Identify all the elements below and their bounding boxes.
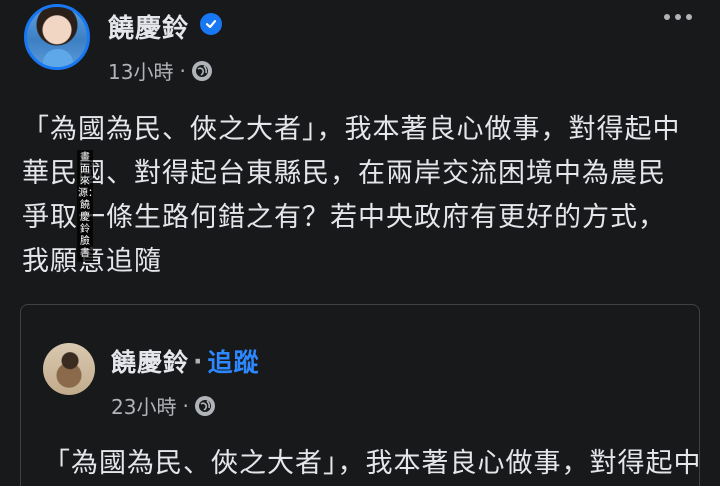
meta-separator: · <box>182 393 189 418</box>
author-name[interactable]: 饒慶鈴 <box>108 8 189 45</box>
meta-separator: · <box>179 58 186 83</box>
facebook-post-view: 饒慶鈴 13小時 · 「為國為民、俠之大者」，我本著良心做事，對得起中華民國、對… <box>0 0 720 486</box>
shared-author-header: 饒慶鈴 · 追蹤 <box>111 343 260 379</box>
globe-icon[interactable] <box>191 60 212 81</box>
shared-post-meta: 23小時 · <box>111 391 215 420</box>
post-body-text: 「為國為民、俠之大者」，我本著良心做事，對得起中華民國、對得起台東縣民，在兩岸交… <box>22 114 681 277</box>
shared-post-body-text: 「為國為民、俠之大者」，我本著良心做事，對得起中 <box>43 448 702 479</box>
header-separator: · <box>193 346 204 376</box>
image-source-watermark: 畫面來源：饒慶鈴臉書 <box>77 150 98 262</box>
shared-author-name[interactable]: 饒慶鈴 <box>111 343 189 379</box>
globe-icon[interactable] <box>194 395 215 416</box>
shared-post-timestamp[interactable]: 23小時 <box>111 391 176 420</box>
author-avatar[interactable] <box>24 4 90 70</box>
ellipsis-icon[interactable] <box>664 8 698 26</box>
follow-button[interactable]: 追蹤 <box>208 343 260 379</box>
post-timestamp[interactable]: 13小時 <box>108 56 173 85</box>
shared-author-avatar[interactable] <box>43 343 95 395</box>
post-meta: 13小時 · <box>108 56 212 85</box>
verified-check-icon <box>200 13 222 35</box>
shared-post-card[interactable]: 饒慶鈴 · 追蹤 23小時 · 「為國為民、俠之大者」，我本著良心做事，對得起中 <box>20 304 702 486</box>
